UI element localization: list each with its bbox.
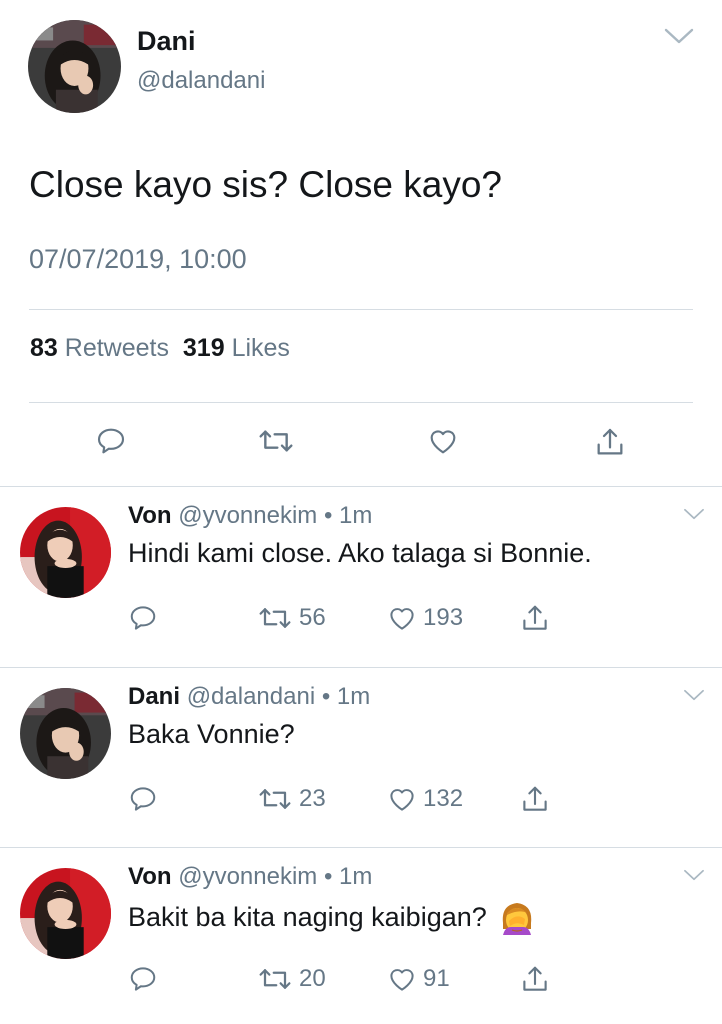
chevron-down-icon[interactable]: [681, 868, 707, 882]
share-button[interactable]: [520, 784, 550, 814]
avatar[interactable]: [20, 688, 111, 779]
share-icon[interactable]: [594, 425, 626, 459]
avatar[interactable]: [20, 868, 111, 959]
share-button[interactable]: [520, 964, 550, 994]
reply-header: Von @yvonnekim • 1m: [128, 863, 372, 891]
like-icon[interactable]: [427, 425, 459, 457]
author-name[interactable]: Dani: [128, 683, 180, 710]
reply-tweet[interactable]: Dani @dalandani • 1m Baka Vonnie? 23 132: [0, 668, 722, 848]
author-handle-time[interactable]: @yvonnekim • 1m: [178, 863, 372, 890]
like-icon: [387, 964, 417, 994]
share-icon: [520, 963, 550, 995]
woman-facepalming-emoji: [502, 903, 531, 935]
author-name[interactable]: Von: [128, 502, 172, 529]
tweet-text: Close kayo sis? Close kayo?: [29, 164, 502, 205]
retweet-button[interactable]: 20: [257, 964, 326, 994]
likes-label: Likes: [231, 334, 290, 362]
retweets-label: Retweets: [64, 334, 169, 362]
likes-count: 319: [182, 334, 225, 362]
reply-header: Dani @dalandani • 1m: [128, 683, 370, 711]
reply-icon: [128, 603, 158, 633]
retweet-icon: [257, 964, 293, 994]
like-button[interactable]: 193: [387, 603, 463, 633]
chevron-down-icon[interactable]: [681, 507, 707, 521]
retweet-count: 23: [299, 785, 326, 812]
share-icon: [520, 783, 550, 815]
reply-text-content: Hindi kami close. Ako talaga si Bonnie.: [128, 538, 592, 568]
retweets-count: 83: [30, 334, 58, 362]
share-button[interactable]: [520, 603, 550, 633]
like-button[interactable]: 132: [387, 784, 463, 814]
chevron-down-icon[interactable]: [663, 26, 695, 46]
reply-tweet[interactable]: Von @yvonnekim • 1m Bakit ba kita naging…: [0, 848, 722, 1024]
reply-text: Bakit ba kita naging kaibigan?: [128, 899, 537, 935]
retweet-button[interactable]: 23: [257, 784, 326, 814]
reply-icon[interactable]: [95, 425, 127, 457]
author-handle-time[interactable]: @yvonnekim • 1m: [178, 502, 372, 529]
like-count: 193: [423, 604, 464, 631]
likes-stat[interactable]: 319 Likes: [183, 334, 290, 362]
author-name[interactable]: Dani: [137, 26, 196, 57]
divider: [29, 309, 693, 310]
retweet-count: 20: [299, 965, 326, 992]
like-icon: [387, 603, 417, 633]
reply-text: Baka Vonnie?: [128, 719, 295, 750]
author-handle-time[interactable]: @dalandani • 1m: [187, 683, 371, 710]
reply-button[interactable]: [128, 784, 158, 814]
tweet-timestamp[interactable]: 07/07/2019, 10:00: [29, 244, 247, 275]
reply-text-content: Bakit ba kita naging kaibigan?: [128, 901, 487, 932]
reply-icon: [128, 964, 158, 994]
reply-button[interactable]: [128, 603, 158, 633]
reply-tweet[interactable]: Von @yvonnekim • 1m Hindi kami close. Ak…: [0, 487, 722, 667]
tweet-stats: 83 Retweets 319 Likes: [30, 334, 290, 363]
like-count: 91: [423, 965, 450, 992]
retweet-count: 56: [299, 604, 326, 631]
reply-icon: [128, 784, 158, 814]
reply-header: Von @yvonnekim • 1m: [128, 502, 372, 530]
reply-button[interactable]: [128, 964, 158, 994]
main-tweet: Dani @dalandani Close kayo sis? Close ka…: [0, 0, 722, 487]
retweet-icon: [257, 603, 293, 633]
retweet-button[interactable]: 56: [257, 603, 326, 633]
divider: [29, 402, 693, 403]
chevron-down-icon[interactable]: [681, 688, 707, 702]
like-button[interactable]: 91: [387, 964, 450, 994]
author-name[interactable]: Von: [128, 863, 172, 890]
avatar[interactable]: [20, 507, 111, 598]
retweet-icon: [257, 784, 293, 814]
retweet-icon[interactable]: [257, 425, 295, 457]
share-icon: [520, 602, 550, 634]
reply-text-content: Baka Vonnie?: [128, 719, 295, 749]
like-icon: [387, 784, 417, 814]
like-count: 132: [423, 785, 464, 812]
avatar[interactable]: [28, 20, 121, 113]
author-handle[interactable]: @dalandani: [137, 67, 265, 95]
reply-text: Hindi kami close. Ako talaga si Bonnie.: [128, 538, 592, 569]
retweets-stat[interactable]: 83 Retweets: [30, 334, 169, 362]
